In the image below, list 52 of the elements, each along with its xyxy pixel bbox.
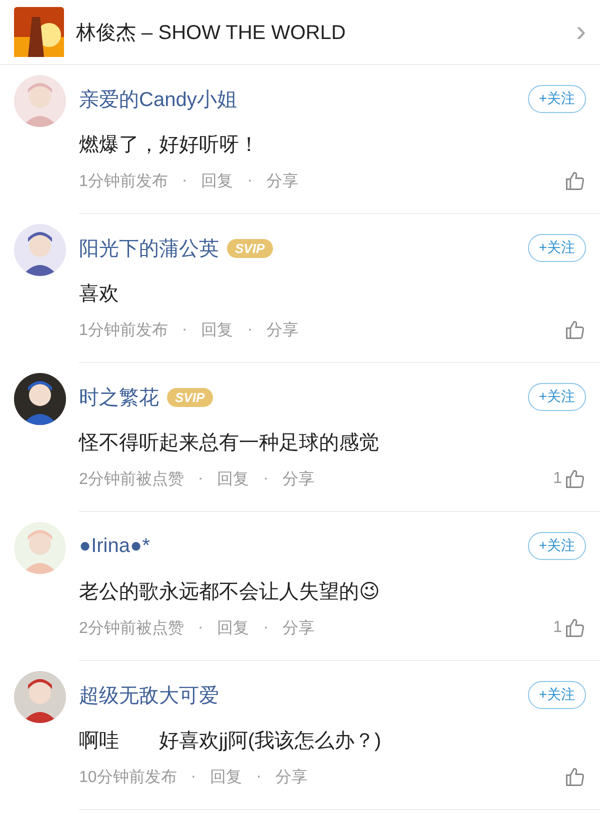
share-link[interactable]: 分享 <box>282 618 315 638</box>
reply-link[interactable]: 回复 <box>217 468 250 490</box>
separator-dot: · <box>182 321 188 339</box>
comment-text: 怪不得听起来总有一种足球的感觉 <box>79 431 380 456</box>
chevron-icon[interactable]: › <box>576 17 586 47</box>
separator-dot: · <box>182 172 188 190</box>
user-name[interactable]: ●Irina●* <box>79 534 150 558</box>
separator-dot: · <box>247 172 253 190</box>
share-link[interactable]: 分享 <box>266 170 299 192</box>
follow-button[interactable]: +关注 <box>528 681 586 709</box>
user-name[interactable]: 阳光下的蒲公英 <box>79 234 219 262</box>
comment-time: 2分钟前被点赞 <box>79 618 184 638</box>
song-title: 林俊杰 – SHOW THE WORLD <box>76 20 347 46</box>
share-link[interactable]: 分享 <box>275 766 308 788</box>
separator-dot: · <box>190 768 196 786</box>
reply-link[interactable]: 回复 <box>217 618 250 638</box>
thumbs-up-icon[interactable] <box>564 319 586 341</box>
like-count: 1 <box>553 619 562 637</box>
separator-dot: · <box>198 619 204 637</box>
comment-text: 喜欢 <box>79 282 120 307</box>
share-link[interactable]: 分享 <box>266 320 299 340</box>
thumbs-up-icon[interactable] <box>564 170 586 192</box>
thumbs-up-icon[interactable] <box>564 468 586 490</box>
follow-button[interactable]: +关注 <box>528 383 586 411</box>
comment-text: 老公的歌永远都不会让人失望的😉 <box>79 580 381 605</box>
follow-button[interactable]: +关注 <box>528 532 586 560</box>
like-count: 1 <box>553 470 562 488</box>
follow-button[interactable]: +关注 <box>528 85 586 113</box>
separator-dot: · <box>263 619 269 637</box>
song-header[interactable]: 林俊杰 – SHOW THE WORLD › <box>0 0 600 65</box>
separator-dot: · <box>247 321 253 339</box>
separator-dot: · <box>263 470 269 488</box>
follow-button[interactable]: +关注 <box>528 234 586 262</box>
reply-link[interactable]: 回复 <box>201 320 234 340</box>
thumbs-up-icon[interactable] <box>564 617 586 639</box>
comment-text: 啊哇 好喜欢jj阿(我该怎么办？) <box>79 729 382 754</box>
comment-time: 1分钟前发布 <box>79 172 168 192</box>
user-name[interactable]: 时之繁花 <box>79 384 159 410</box>
reply-link[interactable]: 回复 <box>210 766 242 788</box>
separator-dot: · <box>198 470 204 488</box>
comment-time: 1分钟前发布 <box>79 320 168 340</box>
user-name[interactable]: 亲爱的Candy小姐 <box>79 86 237 112</box>
comment-time: 2分钟前被点赞 <box>79 470 184 490</box>
user-name[interactable]: 超级无敌大可爱 <box>79 682 219 708</box>
vip-badge: SVIP <box>167 388 213 406</box>
comment-text: 燃爆了，好好听呀！ <box>79 133 260 158</box>
vip-badge: SVIP <box>227 238 273 258</box>
comment-time: 10分钟前发布 <box>79 768 177 788</box>
share-link[interactable]: 分享 <box>282 468 315 490</box>
separator-dot: · <box>256 768 262 786</box>
thumbs-up-icon[interactable] <box>564 766 586 788</box>
reply-link[interactable]: 回复 <box>201 170 234 192</box>
